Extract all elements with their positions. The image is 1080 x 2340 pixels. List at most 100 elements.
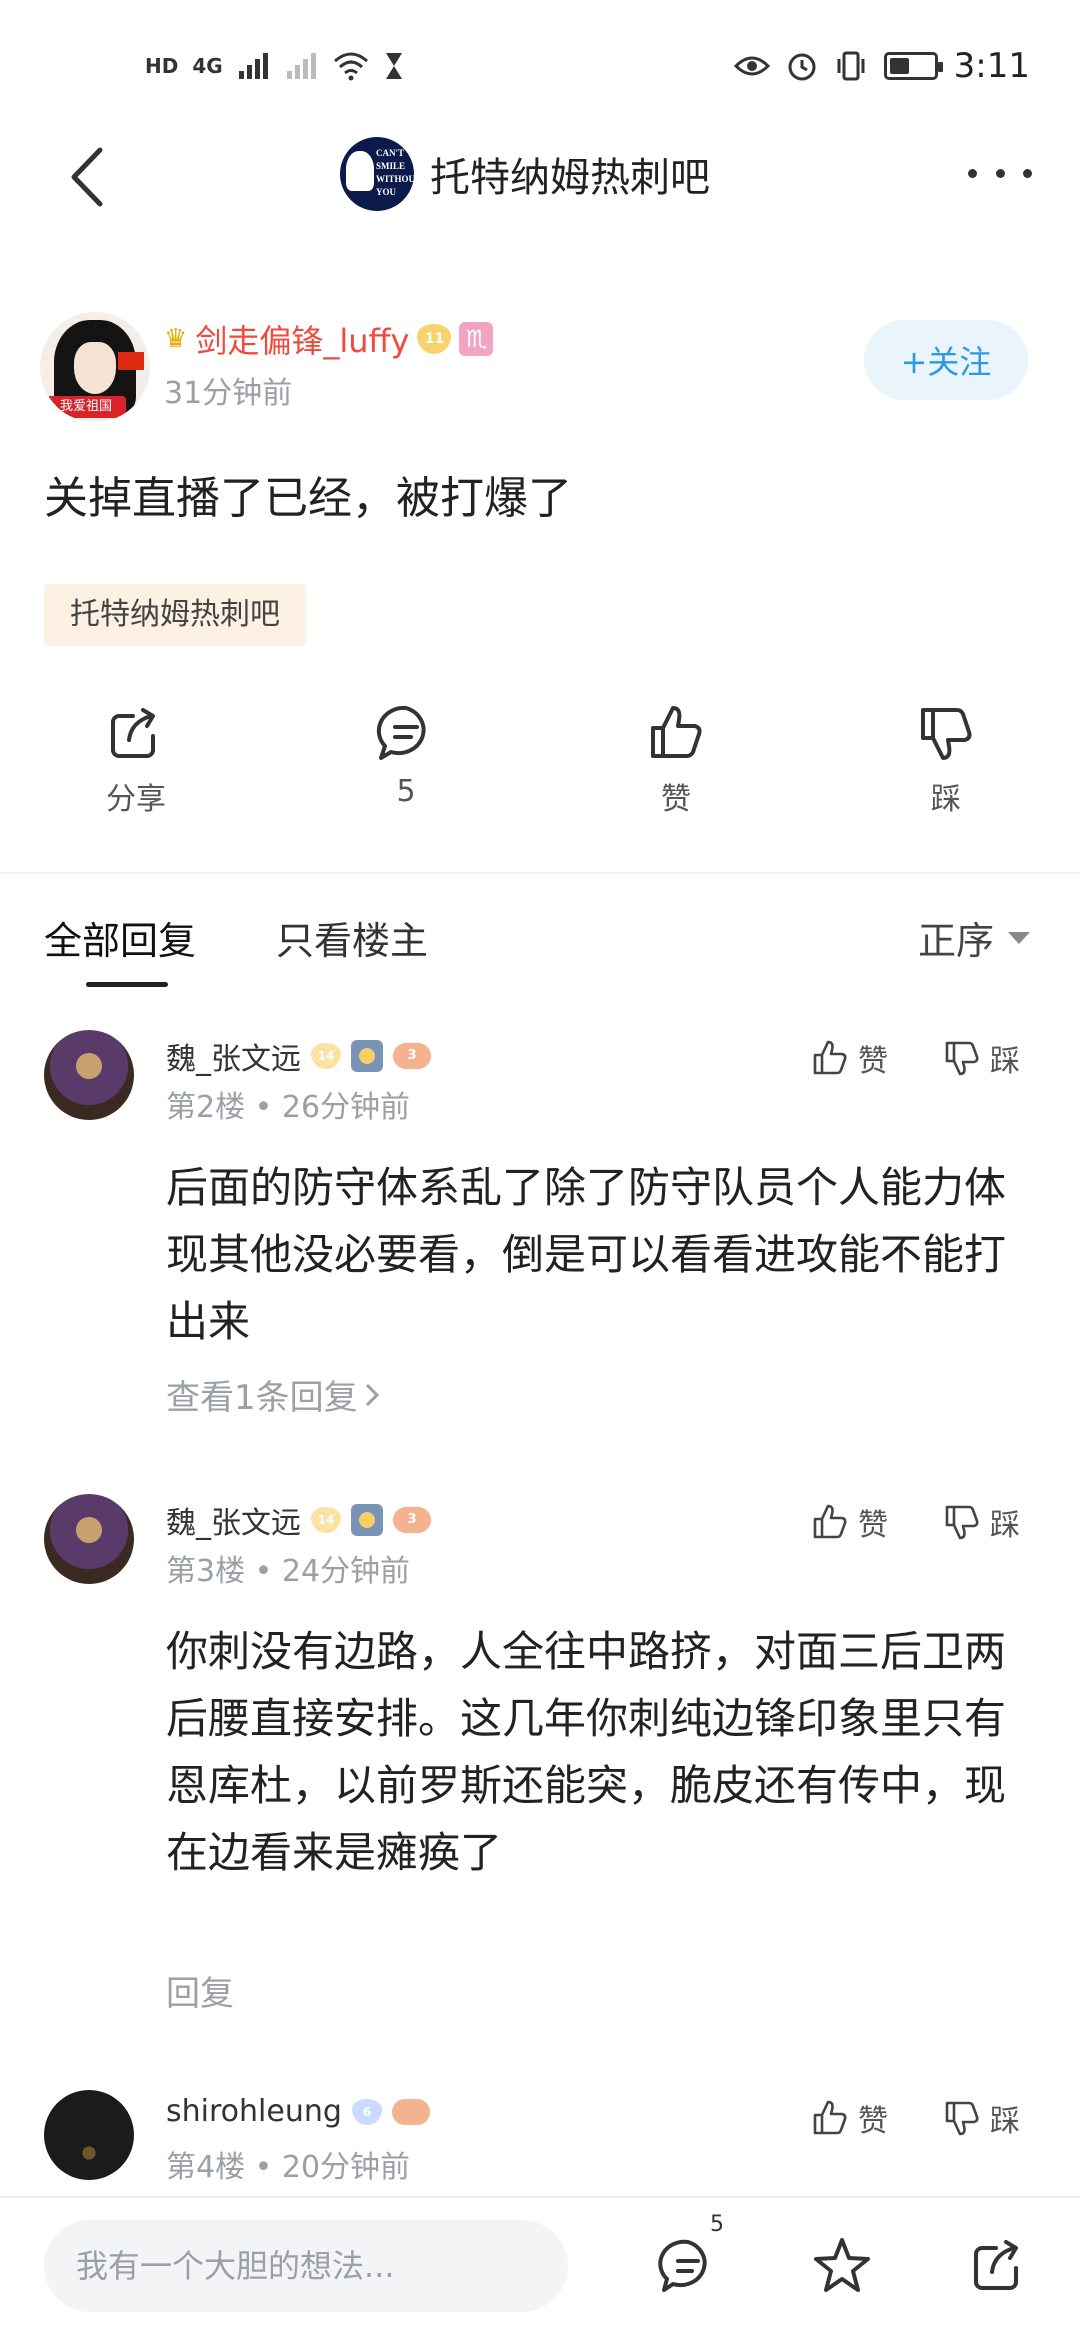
zodiac-badge: ♏ <box>459 322 494 356</box>
author-avatar[interactable]: 我爱祖国 <box>40 312 150 422</box>
tab-op-only[interactable]: 只看楼主 <box>276 910 428 965</box>
share-icon <box>111 708 155 758</box>
back-arrow-icon[interactable] <box>60 142 120 212</box>
like-label: 赞 <box>858 2104 888 2139</box>
post-actions: 分享 5 赞 踩 <box>0 700 1080 830</box>
comment-meta: 第2楼 • 26分钟前 <box>166 1090 411 1125</box>
signal-icon <box>238 53 268 79</box>
commenter-name-row: shirohleung 6 <box>166 2094 430 2129</box>
logo-line: SMILE <box>376 161 406 171</box>
floor-number: 第2楼 <box>166 1090 246 1125</box>
tab-indicator <box>86 982 168 987</box>
view-replies-label: 查看1条回复 <box>166 1378 358 1418</box>
forum-logo-text: CAN'T SMILE WITHOUT YOU <box>376 147 414 199</box>
thumbs-down-icon <box>945 1041 979 1076</box>
flag-icon <box>118 352 144 370</box>
reply-tabs: 全部回复 只看楼主 正序 <box>0 898 1080 998</box>
comment-like-button[interactable]: 赞 <box>810 2096 888 2140</box>
post-time: 31分钟前 <box>164 376 293 411</box>
dot <box>968 168 977 178</box>
star-icon[interactable] <box>810 2234 874 2298</box>
bottom-bar: 我有一个大胆的想法... 5 <box>0 2196 1080 2340</box>
view-replies-link[interactable]: 查看1条回复 <box>166 1370 380 1419</box>
level-badge: 14 <box>311 1043 341 1069</box>
status-right: 3:11 <box>733 46 1030 86</box>
comment-dislike-button[interactable]: 踩 <box>942 2096 1020 2140</box>
crown-icon: ♛ <box>164 324 188 354</box>
comment-count-badge: 5 <box>710 2212 724 2237</box>
reply-input[interactable]: 我有一个大胆的想法... <box>44 2220 568 2312</box>
divider <box>0 872 1080 874</box>
comment-text: 后面的防守体系乱了除了防守队员个人能力体现其他没必要看，倒是可以看看进攻能不能打… <box>166 1163 1007 1346</box>
wifi-icon <box>333 52 368 81</box>
author-name-row: ♛ 剑走偏锋_luffy 11 ♏ <box>164 316 494 362</box>
commenter-name[interactable]: shirohleung <box>166 2094 342 2129</box>
author-name[interactable]: 剑走偏锋_luffy <box>195 316 409 362</box>
dislike-label: 踩 <box>990 2104 1020 2139</box>
comment-dislike-button[interactable]: 踩 <box>942 1036 1020 1080</box>
thumbs-up-icon <box>651 706 702 758</box>
forum-tag[interactable]: 托特纳姆热刺吧 <box>44 584 306 646</box>
game-badge: 3 <box>393 1043 431 1069</box>
level-badge: 11 <box>417 324 452 354</box>
hd-indicator: HD <box>145 54 179 78</box>
sun-badge-icon <box>351 1040 383 1072</box>
logo-line: WITHOUT <box>376 174 414 184</box>
caret-down-icon <box>1008 931 1030 944</box>
comment-count: 5 <box>396 774 416 809</box>
dislike-button[interactable]: 踩 <box>876 700 1016 830</box>
forum-header[interactable]: CAN'T SMILE WITHOUT YOU 托特纳姆热刺吧 <box>340 134 710 214</box>
comment-item: shirohleung 6 第4楼 • 20分钟前 赞 踩 <box>0 2090 1080 2190</box>
share-button[interactable]: 分享 <box>66 700 206 830</box>
thumbs-up-icon <box>813 1040 847 1075</box>
avatar-banner: 我爱祖国 <box>46 396 126 418</box>
commenter-avatar[interactable] <box>44 2090 134 2180</box>
vibrate-icon <box>837 51 865 81</box>
share-label: 分享 <box>106 782 166 817</box>
chevron-right-icon <box>365 1383 379 1406</box>
forum-title: 托特纳姆热刺吧 <box>430 155 710 201</box>
more-options-icon[interactable] <box>968 158 1032 188</box>
thumbs-up-icon <box>813 2100 847 2135</box>
follow-button[interactable]: +关注 <box>864 320 1028 400</box>
comment-like-button[interactable]: 赞 <box>810 1036 888 1080</box>
status-left: HD 4G <box>145 46 405 86</box>
avatar-face <box>74 342 116 394</box>
commenter-avatar[interactable] <box>44 1030 134 1120</box>
comment-time: 26分钟前 <box>281 1090 411 1125</box>
dislike-label: 踩 <box>931 782 961 817</box>
thumbs-down-icon <box>945 2101 979 2136</box>
commenter-name[interactable]: 魏_张文远 <box>166 1498 301 1542</box>
logo-line: YOU <box>376 187 396 197</box>
share-icon[interactable] <box>966 2234 1030 2298</box>
dislike-label: 踩 <box>990 1508 1020 1543</box>
network-type: 4G <box>192 54 223 78</box>
signal-off-icon <box>286 53 316 79</box>
like-button[interactable]: 赞 <box>606 700 746 830</box>
sort-label: 正序 <box>917 919 994 963</box>
thumbs-up-icon <box>813 1504 847 1539</box>
dot <box>1023 168 1032 178</box>
comment-item: 魏_张文远 14 3 第2楼 • 26分钟前 赞 踩 后面的防守体系乱了除了防守… <box>0 1030 1080 1430</box>
comment-time: 24分钟前 <box>281 1554 411 1589</box>
floor-number: 第4楼 <box>166 2150 246 2185</box>
level-badge: 6 <box>351 2098 382 2125</box>
comment-like-button[interactable]: 赞 <box>810 1500 888 1544</box>
comment-icon[interactable] <box>656 2234 720 2298</box>
level-badge: 14 <box>311 1507 341 1533</box>
floor-number: 第3楼 <box>166 1554 246 1589</box>
tab-all-replies[interactable]: 全部回复 <box>44 910 196 965</box>
reply-link[interactable]: 回复 <box>166 1966 234 2015</box>
logo-line: CAN'T <box>376 148 405 158</box>
comment-dislike-button[interactable]: 踩 <box>942 1500 1020 1544</box>
sort-dropdown[interactable]: 正序 <box>918 910 1030 965</box>
commenter-name[interactable]: 魏_张文远 <box>166 1034 301 1078</box>
post-content: 关掉直播了已经，被打爆了 <box>44 473 572 524</box>
rooster-icon <box>346 151 374 191</box>
comment-button[interactable]: 5 <box>336 700 476 830</box>
commenter-avatar[interactable] <box>44 1494 134 1584</box>
clock: 3:11 <box>953 46 1030 86</box>
forum-logo: CAN'T SMILE WITHOUT YOU <box>340 137 414 211</box>
game-badge: 3 <box>393 1507 431 1533</box>
battery-level <box>889 58 909 74</box>
